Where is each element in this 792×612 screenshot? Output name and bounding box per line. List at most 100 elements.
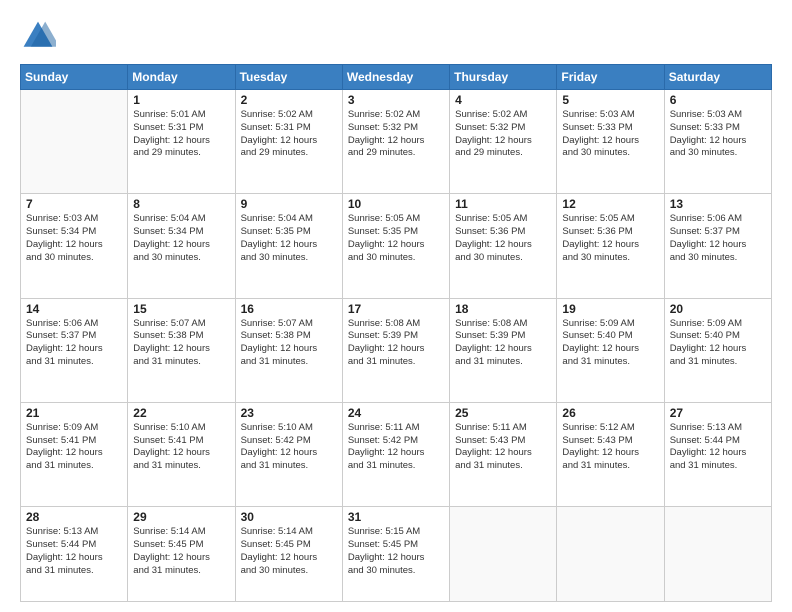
day-number: 31 bbox=[348, 510, 444, 524]
calendar-cell: 23 Sunrise: 5:10 AM Sunset: 5:42 PM Dayli… bbox=[235, 402, 342, 506]
day-number: 28 bbox=[26, 510, 122, 524]
day-info: Sunrise: 5:08 AM Sunset: 5:39 PM Dayligh… bbox=[348, 318, 444, 369]
day-info: Sunrise: 5:13 AM Sunset: 5:44 PM Dayligh… bbox=[26, 526, 122, 577]
logo-icon bbox=[20, 18, 56, 54]
calendar-header-tuesday: Tuesday bbox=[235, 65, 342, 90]
day-info: Sunrise: 5:01 AM Sunset: 5:31 PM Dayligh… bbox=[133, 109, 229, 160]
day-info: Sunrise: 5:06 AM Sunset: 5:37 PM Dayligh… bbox=[26, 318, 122, 369]
logo bbox=[20, 18, 60, 54]
calendar-cell: 15 Sunrise: 5:07 AM Sunset: 5:38 PM Dayli… bbox=[128, 298, 235, 402]
day-info: Sunrise: 5:03 AM Sunset: 5:33 PM Dayligh… bbox=[562, 109, 658, 160]
day-info: Sunrise: 5:10 AM Sunset: 5:41 PM Dayligh… bbox=[133, 422, 229, 473]
calendar-cell: 19 Sunrise: 5:09 AM Sunset: 5:40 PM Dayli… bbox=[557, 298, 664, 402]
calendar-cell: 9 Sunrise: 5:04 AM Sunset: 5:35 PM Daylig… bbox=[235, 194, 342, 298]
day-info: Sunrise: 5:11 AM Sunset: 5:43 PM Dayligh… bbox=[455, 422, 551, 473]
day-number: 15 bbox=[133, 302, 229, 316]
calendar-cell: 31 Sunrise: 5:15 AM Sunset: 5:45 PM Dayli… bbox=[342, 507, 449, 602]
calendar-cell: 7 Sunrise: 5:03 AM Sunset: 5:34 PM Daylig… bbox=[21, 194, 128, 298]
day-number: 14 bbox=[26, 302, 122, 316]
day-info: Sunrise: 5:13 AM Sunset: 5:44 PM Dayligh… bbox=[670, 422, 766, 473]
day-number: 8 bbox=[133, 197, 229, 211]
calendar-cell: 29 Sunrise: 5:14 AM Sunset: 5:45 PM Dayli… bbox=[128, 507, 235, 602]
day-info: Sunrise: 5:08 AM Sunset: 5:39 PM Dayligh… bbox=[455, 318, 551, 369]
calendar-cell: 24Sunrise: 5:11 AM Sunset: 5:42 PM Dayli… bbox=[342, 402, 449, 506]
calendar-header-row: SundayMondayTuesdayWednesdayThursdayFrid… bbox=[21, 65, 772, 90]
calendar-cell: 21Sunrise: 5:09 AM Sunset: 5:41 PM Dayli… bbox=[21, 402, 128, 506]
day-number: 7 bbox=[26, 197, 122, 211]
day-number: 5 bbox=[562, 93, 658, 107]
calendar-week-1: 1Sunrise: 5:01 AM Sunset: 5:31 PM Daylig… bbox=[21, 90, 772, 194]
calendar-cell bbox=[21, 90, 128, 194]
calendar-cell: 18Sunrise: 5:08 AM Sunset: 5:39 PM Dayli… bbox=[450, 298, 557, 402]
day-number: 13 bbox=[670, 197, 766, 211]
day-info: Sunrise: 5:05 AM Sunset: 5:35 PM Dayligh… bbox=[348, 213, 444, 264]
day-info: Sunrise: 5:03 AM Sunset: 5:34 PM Dayligh… bbox=[26, 213, 122, 264]
calendar-cell: 14 Sunrise: 5:06 AM Sunset: 5:37 PM Dayli… bbox=[21, 298, 128, 402]
day-info: Sunrise: 5:07 AM Sunset: 5:38 PM Dayligh… bbox=[133, 318, 229, 369]
day-info: Sunrise: 5:09 AM Sunset: 5:41 PM Dayligh… bbox=[26, 422, 122, 473]
header bbox=[20, 18, 772, 54]
calendar-cell: 6 Sunrise: 5:03 AM Sunset: 5:33 PM Daylig… bbox=[664, 90, 771, 194]
calendar-cell: 8 Sunrise: 5:04 AM Sunset: 5:34 PM Daylig… bbox=[128, 194, 235, 298]
day-number: 9 bbox=[241, 197, 337, 211]
calendar-cell bbox=[557, 507, 664, 602]
day-number: 22 bbox=[133, 406, 229, 420]
calendar-cell: 27Sunrise: 5:13 AM Sunset: 5:44 PM Dayli… bbox=[664, 402, 771, 506]
calendar-cell: 20 Sunrise: 5:09 AM Sunset: 5:40 PM Dayli… bbox=[664, 298, 771, 402]
calendar-cell bbox=[664, 507, 771, 602]
day-number: 3 bbox=[348, 93, 444, 107]
calendar-week-5: 28 Sunrise: 5:13 AM Sunset: 5:44 PM Dayli… bbox=[21, 507, 772, 602]
calendar-cell: 2 Sunrise: 5:02 AM Sunset: 5:31 PM Daylig… bbox=[235, 90, 342, 194]
calendar-header-sunday: Sunday bbox=[21, 65, 128, 90]
day-info: Sunrise: 5:11 AM Sunset: 5:42 PM Dayligh… bbox=[348, 422, 444, 473]
day-number: 25 bbox=[455, 406, 551, 420]
calendar-week-2: 7 Sunrise: 5:03 AM Sunset: 5:34 PM Daylig… bbox=[21, 194, 772, 298]
calendar-cell: 1Sunrise: 5:01 AM Sunset: 5:31 PM Daylig… bbox=[128, 90, 235, 194]
calendar-header-saturday: Saturday bbox=[664, 65, 771, 90]
day-number: 23 bbox=[241, 406, 337, 420]
day-info: Sunrise: 5:02 AM Sunset: 5:32 PM Dayligh… bbox=[348, 109, 444, 160]
calendar-header-monday: Monday bbox=[128, 65, 235, 90]
calendar-table: SundayMondayTuesdayWednesdayThursdayFrid… bbox=[20, 64, 772, 602]
day-info: Sunrise: 5:05 AM Sunset: 5:36 PM Dayligh… bbox=[562, 213, 658, 264]
calendar-header-wednesday: Wednesday bbox=[342, 65, 449, 90]
calendar-cell: 12Sunrise: 5:05 AM Sunset: 5:36 PM Dayli… bbox=[557, 194, 664, 298]
day-number: 17 bbox=[348, 302, 444, 316]
day-info: Sunrise: 5:04 AM Sunset: 5:34 PM Dayligh… bbox=[133, 213, 229, 264]
day-info: Sunrise: 5:15 AM Sunset: 5:45 PM Dayligh… bbox=[348, 526, 444, 577]
day-info: Sunrise: 5:07 AM Sunset: 5:38 PM Dayligh… bbox=[241, 318, 337, 369]
day-info: Sunrise: 5:04 AM Sunset: 5:35 PM Dayligh… bbox=[241, 213, 337, 264]
day-number: 20 bbox=[670, 302, 766, 316]
day-number: 19 bbox=[562, 302, 658, 316]
calendar-cell: 26Sunrise: 5:12 AM Sunset: 5:43 PM Dayli… bbox=[557, 402, 664, 506]
calendar-cell: 25 Sunrise: 5:11 AM Sunset: 5:43 PM Dayli… bbox=[450, 402, 557, 506]
day-info: Sunrise: 5:05 AM Sunset: 5:36 PM Dayligh… bbox=[455, 213, 551, 264]
calendar-header-friday: Friday bbox=[557, 65, 664, 90]
day-number: 6 bbox=[670, 93, 766, 107]
day-info: Sunrise: 5:14 AM Sunset: 5:45 PM Dayligh… bbox=[241, 526, 337, 577]
calendar-cell: 16Sunrise: 5:07 AM Sunset: 5:38 PM Dayli… bbox=[235, 298, 342, 402]
day-info: Sunrise: 5:09 AM Sunset: 5:40 PM Dayligh… bbox=[562, 318, 658, 369]
calendar-cell: 5 Sunrise: 5:03 AM Sunset: 5:33 PM Daylig… bbox=[557, 90, 664, 194]
calendar-cell: 22 Sunrise: 5:10 AM Sunset: 5:41 PM Dayli… bbox=[128, 402, 235, 506]
day-info: Sunrise: 5:14 AM Sunset: 5:45 PM Dayligh… bbox=[133, 526, 229, 577]
day-info: Sunrise: 5:06 AM Sunset: 5:37 PM Dayligh… bbox=[670, 213, 766, 264]
calendar-week-3: 14 Sunrise: 5:06 AM Sunset: 5:37 PM Dayli… bbox=[21, 298, 772, 402]
day-info: Sunrise: 5:02 AM Sunset: 5:31 PM Dayligh… bbox=[241, 109, 337, 160]
day-number: 10 bbox=[348, 197, 444, 211]
day-number: 11 bbox=[455, 197, 551, 211]
calendar-cell: 11 Sunrise: 5:05 AM Sunset: 5:36 PM Dayli… bbox=[450, 194, 557, 298]
day-info: Sunrise: 5:03 AM Sunset: 5:33 PM Dayligh… bbox=[670, 109, 766, 160]
day-info: Sunrise: 5:09 AM Sunset: 5:40 PM Dayligh… bbox=[670, 318, 766, 369]
day-info: Sunrise: 5:10 AM Sunset: 5:42 PM Dayligh… bbox=[241, 422, 337, 473]
day-number: 29 bbox=[133, 510, 229, 524]
calendar-week-4: 21Sunrise: 5:09 AM Sunset: 5:41 PM Dayli… bbox=[21, 402, 772, 506]
calendar-header-thursday: Thursday bbox=[450, 65, 557, 90]
calendar-cell: 17 Sunrise: 5:08 AM Sunset: 5:39 PM Dayli… bbox=[342, 298, 449, 402]
calendar-cell: 28 Sunrise: 5:13 AM Sunset: 5:44 PM Dayli… bbox=[21, 507, 128, 602]
day-info: Sunrise: 5:12 AM Sunset: 5:43 PM Dayligh… bbox=[562, 422, 658, 473]
calendar-cell bbox=[450, 507, 557, 602]
calendar-cell: 30Sunrise: 5:14 AM Sunset: 5:45 PM Dayli… bbox=[235, 507, 342, 602]
day-number: 2 bbox=[241, 93, 337, 107]
day-info: Sunrise: 5:02 AM Sunset: 5:32 PM Dayligh… bbox=[455, 109, 551, 160]
